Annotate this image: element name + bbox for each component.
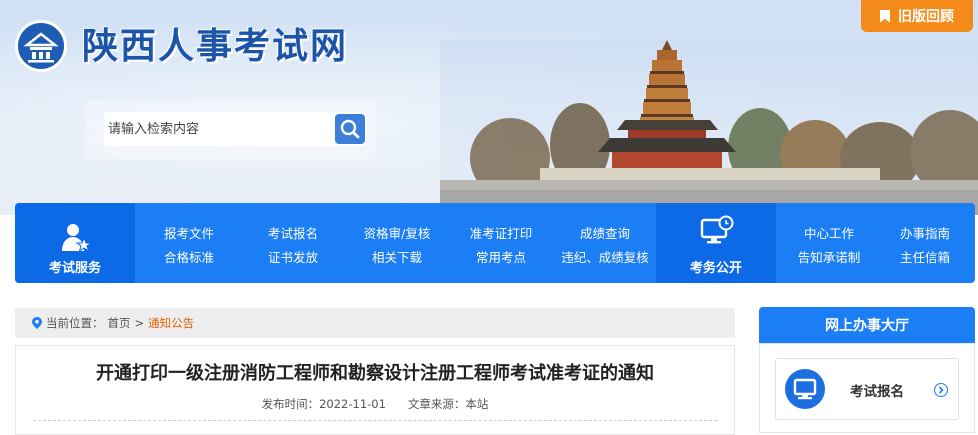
article-divider bbox=[33, 420, 717, 421]
monitor-clock-icon bbox=[700, 215, 734, 244]
breadcrumb: 当前位置： 首页 > 通知公告 bbox=[15, 308, 735, 338]
pagoda-scenery-image bbox=[440, 40, 978, 215]
nav-link[interactable]: 告知承诺制 bbox=[777, 247, 881, 266]
location-pin-icon bbox=[32, 317, 42, 329]
nav-link[interactable]: 违纪、成绩复核 bbox=[549, 247, 661, 266]
date-label: 发布时间： bbox=[261, 397, 320, 411]
breadcrumb-separator: > bbox=[134, 316, 145, 330]
online-hall-header: 网上办事大厅 bbox=[759, 307, 975, 343]
user-service-icon bbox=[62, 224, 91, 253]
article-source: 本站 bbox=[465, 397, 489, 411]
nav-link[interactable]: 成绩查询 bbox=[549, 223, 661, 242]
nav-link[interactable]: 主任信箱 bbox=[873, 247, 977, 266]
breadcrumb-prefix: 当前位置： bbox=[46, 316, 104, 330]
nav-link[interactable]: 准考证打印 bbox=[449, 223, 553, 242]
breadcrumb-home-link[interactable]: 首页 bbox=[108, 315, 131, 331]
nav-link[interactable]: 常用考点 bbox=[449, 247, 553, 266]
old-version-button[interactable]: 旧版回顾 bbox=[861, 0, 973, 32]
search-icon bbox=[340, 119, 360, 139]
breadcrumb-current-link[interactable]: 通知公告 bbox=[148, 315, 194, 331]
nav-column: 资格审/复核 相关下载 bbox=[345, 203, 449, 283]
article-title: 开通打印一级注册消防工程师和勘察设计注册工程师考试准考证的通知 bbox=[96, 363, 654, 384]
nav-link[interactable]: 中心工作 bbox=[777, 223, 881, 242]
nav-exam-service[interactable]: 考试服务 bbox=[15, 203, 135, 283]
bookmark-icon bbox=[880, 9, 890, 23]
nav-column: 成绩查询 违纪、成绩复核 bbox=[549, 203, 661, 283]
nav-link[interactable]: 资格审/复核 bbox=[345, 223, 449, 242]
main-nav: 考试服务 报考文件 合格标准 考试报名 证书发放 资格审/复核 相关下载 准考证… bbox=[15, 203, 975, 283]
nav-column: 办事指南 主任信箱 bbox=[873, 203, 977, 283]
nav-link[interactable]: 报考文件 bbox=[137, 223, 241, 242]
nav-link[interactable]: 证书发放 bbox=[241, 247, 345, 266]
nav-column: 中心工作 告知承诺制 bbox=[777, 203, 881, 283]
source-label: 文章来源： bbox=[407, 397, 466, 411]
search-input[interactable] bbox=[104, 112, 334, 146]
nav-exam-public-label: 考务公开 bbox=[689, 261, 742, 276]
site-logo[interactable] bbox=[15, 20, 67, 72]
nav-column: 考试报名 证书发放 bbox=[241, 203, 345, 283]
article-meta: 发布时间：2022-11-01 文章来源：本站 bbox=[0, 396, 750, 412]
nav-column: 报考文件 合格标准 bbox=[137, 203, 241, 283]
nav-exam-service-label: 考试服务 bbox=[48, 261, 101, 276]
search-button[interactable] bbox=[335, 114, 365, 144]
arrow-right-icon[interactable] bbox=[934, 383, 948, 397]
nav-exam-public[interactable]: 考务公开 bbox=[656, 203, 776, 283]
exam-registration-label: 考试报名 bbox=[850, 384, 904, 400]
nav-link[interactable]: 合格标准 bbox=[137, 247, 241, 266]
nav-link[interactable]: 考试报名 bbox=[241, 223, 345, 242]
old-version-label: 旧版回顾 bbox=[898, 9, 954, 25]
nav-link[interactable]: 办事指南 bbox=[873, 223, 977, 242]
nav-link[interactable]: 相关下载 bbox=[345, 247, 449, 266]
site-title[interactable]: 陕西人事考试网 bbox=[82, 17, 348, 69]
publish-date: 2022-11-01 bbox=[319, 397, 386, 411]
logo-emblem-icon bbox=[23, 32, 59, 63]
header-banner: 陕西人事考试网 旧版回顾 bbox=[0, 0, 978, 215]
exam-registration-card[interactable]: 考试报名 bbox=[775, 358, 959, 420]
nav-column: 准考证打印 常用考点 bbox=[449, 203, 553, 283]
computer-icon bbox=[785, 369, 825, 409]
